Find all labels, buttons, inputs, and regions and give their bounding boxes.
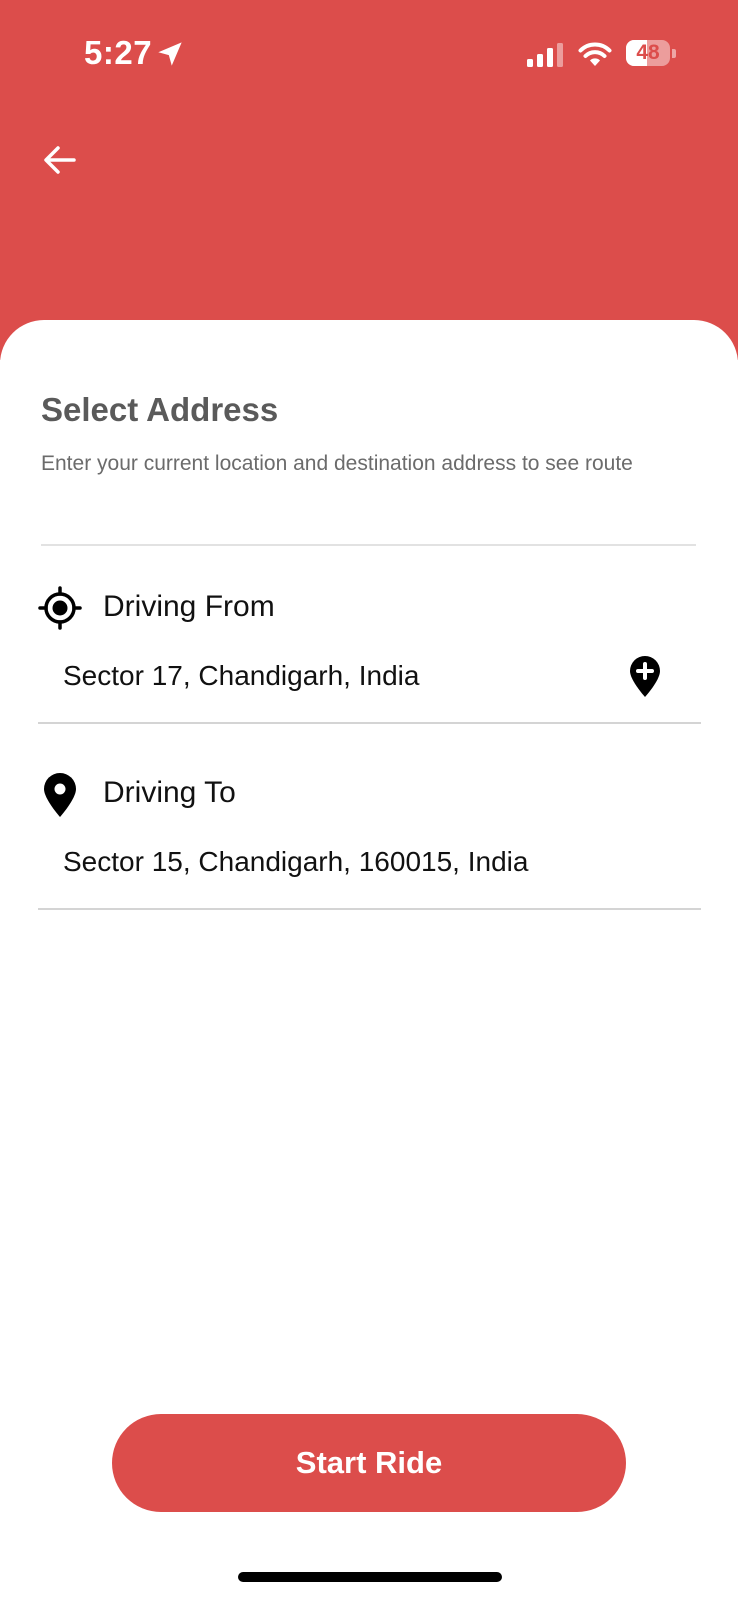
wifi-icon [578,42,612,66]
status-bar: 5:27 48 [0,0,738,110]
battery-body: 48 [626,40,670,66]
battery-cap [672,49,676,58]
driving-from-input[interactable]: Sector 17, Chandigarh, India [63,660,419,692]
battery-icon: 48 [626,40,676,68]
divider [41,544,696,546]
app-header: 5:27 48 [0,0,738,360]
add-location-pin-icon[interactable] [628,656,662,698]
driving-from-underline [38,722,701,724]
page-title: Select Address [41,391,279,428]
location-arrow-icon [158,42,182,66]
driving-to-underline [38,908,701,910]
signal-icon [527,43,563,67]
page-subtitle: Enter your current location and destinat… [41,452,633,475]
start-ride-button[interactable]: Start Ride [112,1414,626,1512]
location-pin-icon [44,773,76,817]
battery-level-text: 48 [636,41,660,64]
arrow-left-icon[interactable] [36,136,84,184]
address-sheet [0,320,738,1600]
crosshair-icon [38,586,82,630]
driving-to-label: Driving To [103,776,236,809]
status-time: 5:27 [84,34,153,71]
driving-from-label: Driving From [103,590,275,623]
home-indicator [238,1572,502,1582]
driving-to-input[interactable]: Sector 15, Chandigarh, 160015, India [63,846,528,878]
